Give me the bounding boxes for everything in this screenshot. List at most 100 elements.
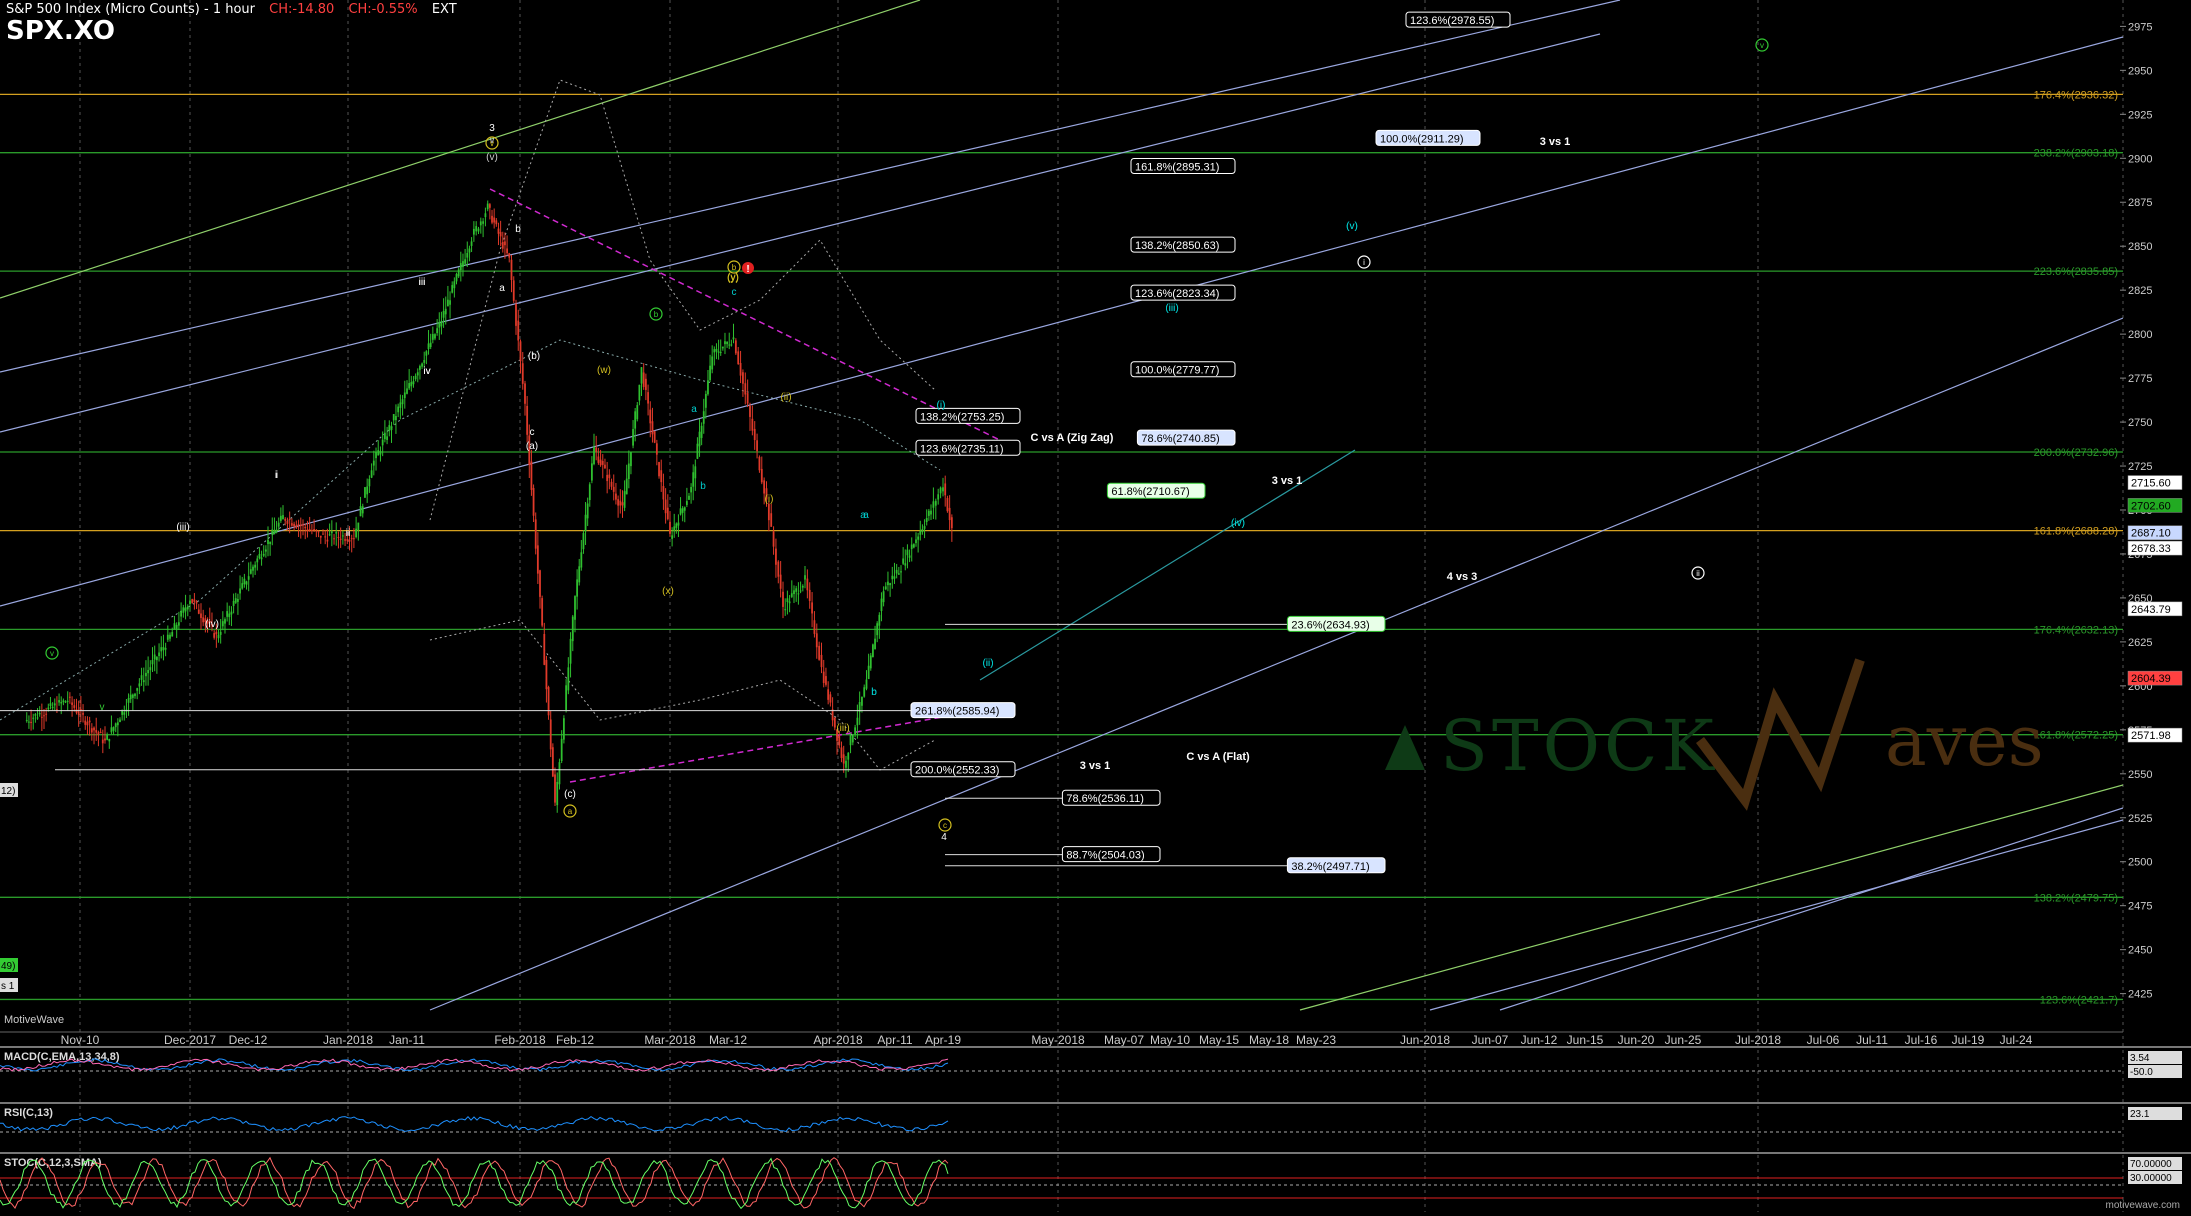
candle-body xyxy=(811,602,813,614)
candle-body xyxy=(353,538,355,540)
candle-body xyxy=(383,432,386,440)
candle-body xyxy=(669,521,671,534)
candle-body xyxy=(876,623,879,636)
candle-body xyxy=(93,727,95,731)
candle-body xyxy=(897,573,900,575)
candle-body xyxy=(200,613,202,618)
candle-body xyxy=(946,498,949,512)
candle-body xyxy=(162,647,165,651)
candle-body xyxy=(79,709,82,711)
candle-body xyxy=(932,501,935,508)
candle-body xyxy=(690,487,692,493)
candle-body xyxy=(164,647,167,650)
x-tick-label: Jun-12 xyxy=(1521,1033,1558,1047)
candle-body xyxy=(173,623,176,630)
y-tick-label: 2625 xyxy=(2128,637,2152,649)
candle-body xyxy=(644,378,647,390)
chart-header: S&P 500 Index (Micro Counts) - 1 hour CH… xyxy=(6,2,467,17)
fib-level-label: 223.6%(2835.85) xyxy=(2034,266,2118,278)
candle-body xyxy=(313,529,316,531)
candle-body xyxy=(532,488,535,516)
candle-body xyxy=(84,720,87,725)
x-tick-label: Jul-16 xyxy=(1905,1033,1938,1047)
candle-body xyxy=(921,528,924,533)
wave-label: (v) xyxy=(1346,221,1358,232)
candle-body xyxy=(77,711,80,715)
candle-body xyxy=(71,702,73,705)
candle-body xyxy=(601,460,604,465)
candle-body xyxy=(86,721,89,726)
candle-body xyxy=(267,539,269,544)
candle-body xyxy=(243,578,246,585)
change-abs: CH:-14.80 xyxy=(269,2,335,17)
channel-line xyxy=(0,33,1601,433)
candle-body xyxy=(795,588,798,592)
candle-body xyxy=(640,367,643,384)
y-tick-label: 2800 xyxy=(2128,329,2152,341)
fib-level-label: 161.8%(2572.25) xyxy=(2034,730,2118,742)
candle-body xyxy=(849,735,852,746)
candle-body xyxy=(694,466,697,479)
candle-body xyxy=(739,362,742,376)
candle-body xyxy=(726,341,729,345)
channel-line xyxy=(0,0,1621,373)
candle-body xyxy=(808,589,811,601)
candle-body xyxy=(429,342,432,348)
candle-body xyxy=(277,522,280,527)
candle-body xyxy=(880,598,883,611)
price-badge-label: 2687.10 xyxy=(2131,528,2171,540)
y-tick-label: 2975 xyxy=(2128,21,2152,33)
chart-canvas[interactable]: 2425245024752500252525502575260026252650… xyxy=(0,0,2191,1212)
candle-body xyxy=(536,545,539,574)
wave-label: i xyxy=(275,470,277,481)
fib-target-label: 88.7%(2504.03) xyxy=(1066,850,1144,862)
candle-body xyxy=(621,502,624,506)
candle-body xyxy=(543,634,546,665)
candle-body xyxy=(728,344,731,346)
watermark-stock: STOCK xyxy=(1440,705,1718,787)
candle-body xyxy=(410,382,413,387)
candle-body xyxy=(517,320,520,341)
fib-target-label: 161.8%(2895.31) xyxy=(1135,162,1219,174)
candle-body xyxy=(416,372,419,376)
candle-body xyxy=(939,487,942,494)
wave-label: (w) xyxy=(597,365,611,376)
candle-body xyxy=(136,688,139,691)
wave-label: (ii) xyxy=(780,392,791,403)
candle-body xyxy=(423,359,426,363)
candle-body xyxy=(584,514,587,532)
candle-body xyxy=(142,680,145,683)
candle-body xyxy=(245,581,248,585)
wave-label: (x) xyxy=(662,586,674,597)
candle-body xyxy=(114,723,117,728)
wave-marker-label: v xyxy=(50,649,54,658)
x-tick-label: Jul-24 xyxy=(2000,1033,2033,1047)
candle-body xyxy=(60,702,63,704)
main-plot xyxy=(0,0,2123,1011)
candle-body xyxy=(482,221,485,224)
price-badge-label: 2643.79 xyxy=(2131,604,2171,616)
candle-body xyxy=(679,508,682,515)
candle-body xyxy=(869,655,872,669)
wave-label: a xyxy=(499,283,505,294)
candle-body xyxy=(221,621,224,627)
watermark-aves: aves xyxy=(1885,700,2044,782)
wave-marker-label: b xyxy=(732,263,737,272)
price-badge-label: 2702.60 xyxy=(2131,500,2171,512)
candle-body xyxy=(247,576,250,580)
wave-label: (iii) xyxy=(836,723,849,734)
candle-body xyxy=(297,524,300,526)
candle-body xyxy=(82,713,84,715)
y-tick-label: 2850 xyxy=(2128,241,2152,253)
x-tick-label: May-10 xyxy=(1150,1033,1190,1047)
candle-body xyxy=(606,474,609,482)
candle-body xyxy=(625,478,628,495)
candle-body xyxy=(228,613,231,618)
wave-label: (v) xyxy=(486,152,498,163)
x-tick-label: Jun-25 xyxy=(1665,1033,1702,1047)
x-tick-label: Jun-15 xyxy=(1567,1033,1604,1047)
candle-body xyxy=(252,566,254,571)
wave-annotation: 3 vs 1 xyxy=(1080,760,1111,772)
candle-body xyxy=(526,405,529,435)
candle-body xyxy=(588,484,591,501)
